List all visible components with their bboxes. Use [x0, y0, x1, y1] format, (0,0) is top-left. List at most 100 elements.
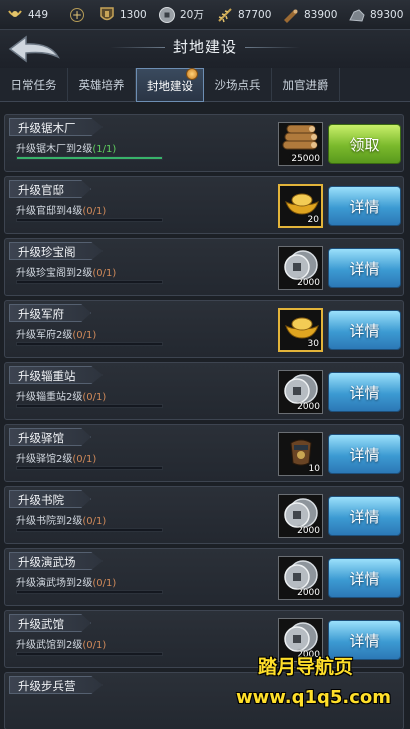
reward-slot[interactable]: 2000 — [278, 370, 323, 414]
task-card: 升级书院升级书院到2级(0/1) 2000 详情 — [4, 486, 404, 544]
details-button[interactable]: 详情 — [328, 248, 401, 288]
task-card: 升级军府升级军府2级(0/1) 30 详情 — [4, 300, 404, 358]
task-desc-text: 升级驿馆2级 — [16, 454, 73, 465]
tab-promotion[interactable]: 加官进爵 — [272, 68, 340, 102]
details-button[interactable]: 详情 — [328, 558, 401, 598]
task-progress: (0/1) — [82, 640, 107, 651]
tab-daily-tasks[interactable]: 日常任务 — [0, 68, 68, 102]
task-progress: (1/1) — [92, 144, 117, 155]
task-description: 升级驿馆2级(0/1) — [16, 450, 96, 465]
reward-quantity: 20 — [307, 215, 319, 225]
reward-slot[interactable]: 25000 — [278, 122, 323, 166]
tab-label: 沙场点兵 — [214, 78, 261, 92]
task-progress: (0/1) — [82, 206, 107, 217]
tab-bar: 日常任务 英雄培养 封地建设 沙场点兵 加官进爵 — [0, 68, 410, 102]
task-title: 升级锯木厂 — [9, 118, 103, 136]
task-desc-text: 升级锯木厂到2级 — [16, 144, 93, 155]
task-card: 升级辎重站升级辎重站2级(0/1) 2000 详情 — [4, 362, 404, 420]
resource-bar: 449 + 1300 20万 87700 83900 89300 — [0, 0, 410, 30]
resource-value: 83900 — [304, 8, 338, 21]
task-progress: (0/1) — [82, 516, 107, 527]
watermark-title: 踏月导航页 — [258, 656, 354, 678]
details-button[interactable]: 详情 — [328, 186, 401, 226]
tab-label: 加官进爵 — [282, 78, 329, 92]
resource-laurel: 449 — [0, 0, 70, 30]
resource-coin: 20万 — [152, 0, 210, 30]
plus-icon[interactable]: + — [70, 7, 84, 22]
reward-slot[interactable]: 20 — [278, 184, 323, 228]
tab-label: 封地建设 — [147, 79, 193, 93]
task-description: 升级演武场到2级(0/1) — [16, 574, 116, 589]
task-card: 升级演武场升级演武场到2级(0/1) 2000 详情 — [4, 548, 404, 606]
resource-value: 87700 — [238, 8, 272, 21]
reward-quantity: 2000 — [297, 588, 320, 598]
task-progress: (0/1) — [92, 268, 117, 279]
task-description: 升级书院到2级(0/1) — [16, 512, 106, 527]
task-progress: (0/1) — [92, 578, 117, 589]
reward-slot[interactable]: 2000 — [278, 494, 323, 538]
task-description: 升级锯木厂到2级(1/1) — [16, 140, 116, 155]
lumber-icon — [282, 6, 300, 24]
coin-icon — [158, 6, 176, 24]
reward-quantity: 2000 — [297, 526, 320, 536]
tab-hero-training[interactable]: 英雄培养 — [68, 68, 136, 102]
task-title: 升级步兵营 — [9, 676, 103, 694]
task-progress-bar — [16, 652, 163, 656]
resource-stone: 89300 — [342, 0, 410, 30]
task-title: 升级驿馆 — [9, 428, 91, 446]
add-resource-button[interactable]: + — [70, 0, 92, 30]
grain-icon — [216, 6, 234, 24]
tab-fief-building[interactable]: 封地建设 — [136, 68, 204, 102]
tab-troop-review[interactable]: 沙场点兵 — [204, 68, 272, 102]
task-desc-text: 升级军府2级 — [16, 330, 73, 341]
task-description: 升级官邸到4级(0/1) — [16, 202, 106, 217]
task-progress-bar — [16, 218, 163, 222]
claim-button[interactable]: 领取 — [328, 124, 401, 164]
task-card: 升级官邸升级官邸到4级(0/1) 20 详情 — [4, 176, 404, 234]
task-card: 升级珍宝阁升级珍宝阁到2级(0/1) 2000 详情 — [4, 238, 404, 296]
task-progress-bar — [16, 156, 163, 160]
tab-label: 日常任务 — [10, 78, 57, 92]
task-description: 升级武馆到2级(0/1) — [16, 636, 106, 651]
laurel-icon — [6, 6, 24, 24]
task-progress-bar — [16, 280, 163, 284]
resource-lumber: 83900 — [276, 0, 342, 30]
task-progress-fill — [17, 157, 162, 159]
task-desc-text: 升级书院到2级 — [16, 516, 83, 527]
resource-grain: 87700 — [210, 0, 276, 30]
reward-quantity: 2000 — [297, 278, 320, 288]
task-title: 升级演武场 — [9, 552, 103, 570]
resource-value: 89300 — [370, 8, 404, 21]
reward-slot[interactable]: 2000 — [278, 556, 323, 600]
task-title: 升级书院 — [9, 490, 91, 508]
task-title: 升级珍宝阁 — [9, 242, 103, 260]
task-desc-text: 升级官邸到4级 — [16, 206, 83, 217]
task-title: 升级军府 — [9, 304, 91, 322]
task-progress-bar — [16, 404, 163, 408]
task-description: 升级军府2级(0/1) — [16, 326, 96, 341]
notification-badge — [186, 68, 198, 80]
task-desc-text: 升级演武场到2级 — [16, 578, 93, 589]
watermark-url: www.q1q5.com — [236, 687, 392, 708]
task-title: 升级辎重站 — [9, 366, 103, 384]
task-progress: (0/1) — [72, 454, 97, 465]
details-button[interactable]: 详情 — [328, 434, 401, 474]
task-description: 升级珍宝阁到2级(0/1) — [16, 264, 116, 279]
resource-shield: 1300 — [92, 0, 152, 30]
task-list[interactable]: 升级锯木厂 升级锯木厂到2级(1/1) 25000 领取 升级官邸 升级官邸到4级(0/1… — [0, 104, 410, 729]
reward-quantity: 30 — [307, 339, 319, 349]
tab-label: 英雄培养 — [78, 78, 125, 92]
task-progress: (0/1) — [72, 330, 97, 341]
details-button[interactable]: 详情 — [328, 496, 401, 536]
task-title: 升级官邸 — [9, 180, 91, 198]
details-button[interactable]: 详情 — [328, 372, 401, 412]
reward-slot[interactable]: 10 — [278, 432, 323, 476]
details-button[interactable]: 详情 — [328, 310, 401, 350]
task-progress-bar — [16, 528, 163, 532]
task-progress: (0/1) — [82, 392, 107, 403]
task-card: 升级驿馆升级驿馆2级(0/1) 10 详情 — [4, 424, 404, 482]
reward-slot[interactable]: 2000 — [278, 246, 323, 290]
task-desc-text: 升级辎重站2级 — [16, 392, 83, 403]
reward-slot[interactable]: 30 — [278, 308, 323, 352]
resource-value: 449 — [28, 8, 49, 21]
